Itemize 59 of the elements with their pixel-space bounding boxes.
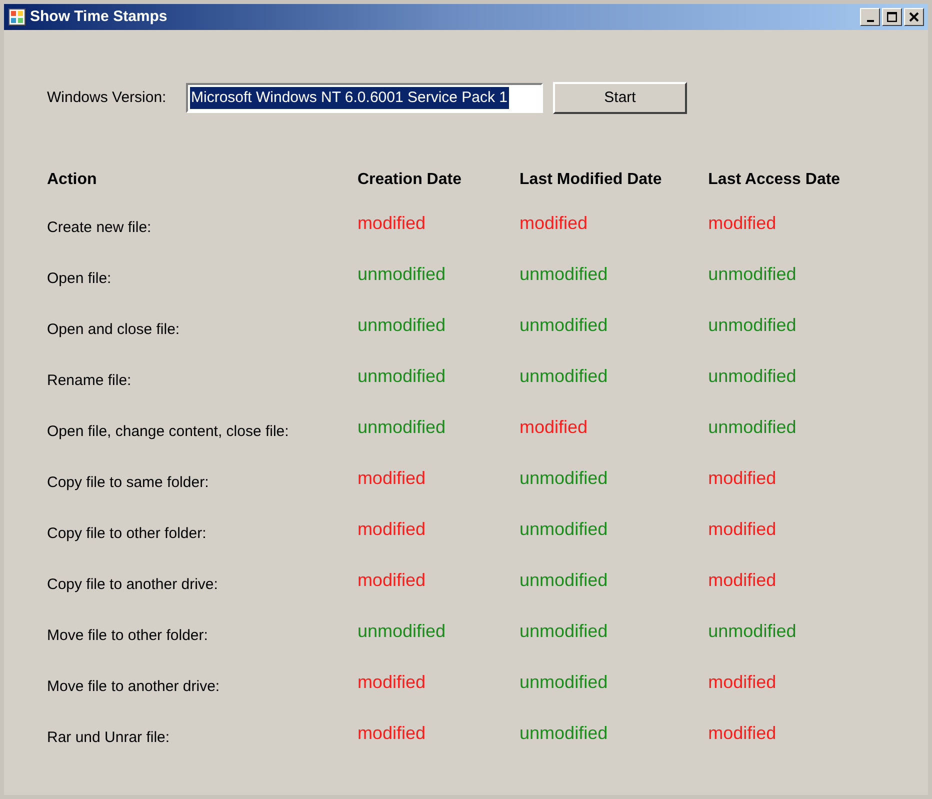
action-label: Rar und Unrar file: <box>47 729 170 746</box>
status-text: modified <box>357 570 426 590</box>
maximize-button[interactable] <box>882 8 902 26</box>
status-text: unmodified <box>708 621 796 641</box>
action-label: Copy file to another drive: <box>47 576 218 593</box>
action-label: Open file: <box>47 270 112 287</box>
status-text: modified <box>357 672 426 692</box>
version-label: Windows Version: <box>47 88 168 108</box>
status-text: unmodified <box>357 621 446 641</box>
status-text: unmodified <box>520 519 608 539</box>
status-text: unmodified <box>708 366 796 386</box>
action-label: Move file to other folder: <box>47 627 208 644</box>
status-text: modified <box>708 213 776 233</box>
action-label: Move file to another drive: <box>47 678 220 695</box>
action-label: Rename file: <box>47 372 132 389</box>
status-text: unmodified <box>520 621 608 641</box>
action-label: Copy file to other folder: <box>47 525 206 542</box>
status-text: unmodified <box>520 723 608 743</box>
status-text: unmodified <box>357 417 446 437</box>
status-text: unmodified <box>520 570 608 590</box>
action-label: Copy file to same folder: <box>47 474 209 491</box>
column-header: Creation Date <box>357 171 462 188</box>
action-label: Open and close file: <box>47 321 180 338</box>
action-label: Create new file: <box>47 219 152 236</box>
status-text: unmodified <box>357 264 446 284</box>
minimize-button[interactable] <box>860 8 880 26</box>
status-text: modified <box>708 723 776 743</box>
action-label: Open file, change content, close file: <box>47 423 289 440</box>
column-header: Last Access Date <box>708 171 840 188</box>
app-icon <box>8 8 26 26</box>
status-text: unmodified <box>708 417 796 437</box>
status-text: modified <box>520 417 588 437</box>
status-text: modified <box>708 570 776 590</box>
status-text: unmodified <box>357 366 446 386</box>
status-text: unmodified <box>520 468 608 488</box>
status-text: modified <box>357 723 426 743</box>
status-text: unmodified <box>708 315 796 335</box>
status-text: modified <box>357 213 426 233</box>
close-icon <box>909 12 919 22</box>
status-text: modified <box>357 519 426 539</box>
close-button[interactable] <box>904 8 924 26</box>
status-text: modified <box>708 672 776 692</box>
column-header: Action <box>47 171 97 188</box>
status-text: unmodified <box>708 264 796 284</box>
minimize-icon <box>866 20 874 22</box>
column-header: Last Modified Date <box>520 171 662 188</box>
window-title: Show Time Stamps <box>30 6 168 27</box>
status-text: unmodified <box>357 315 446 335</box>
status-text: unmodified <box>520 264 608 284</box>
status-text: modified <box>520 213 588 233</box>
status-text: modified <box>708 468 776 488</box>
status-text: unmodified <box>520 672 608 692</box>
status-text: modified <box>708 519 776 539</box>
maximize-icon <box>887 12 897 22</box>
version-field[interactable]: Microsoft Windows NT 6.0.6001 Service Pack 1 <box>186 83 543 113</box>
status-text: unmodified <box>520 315 608 335</box>
status-text: unmodified <box>520 366 608 386</box>
status-text: modified <box>357 468 426 488</box>
start-button[interactable]: Start <box>553 82 687 114</box>
